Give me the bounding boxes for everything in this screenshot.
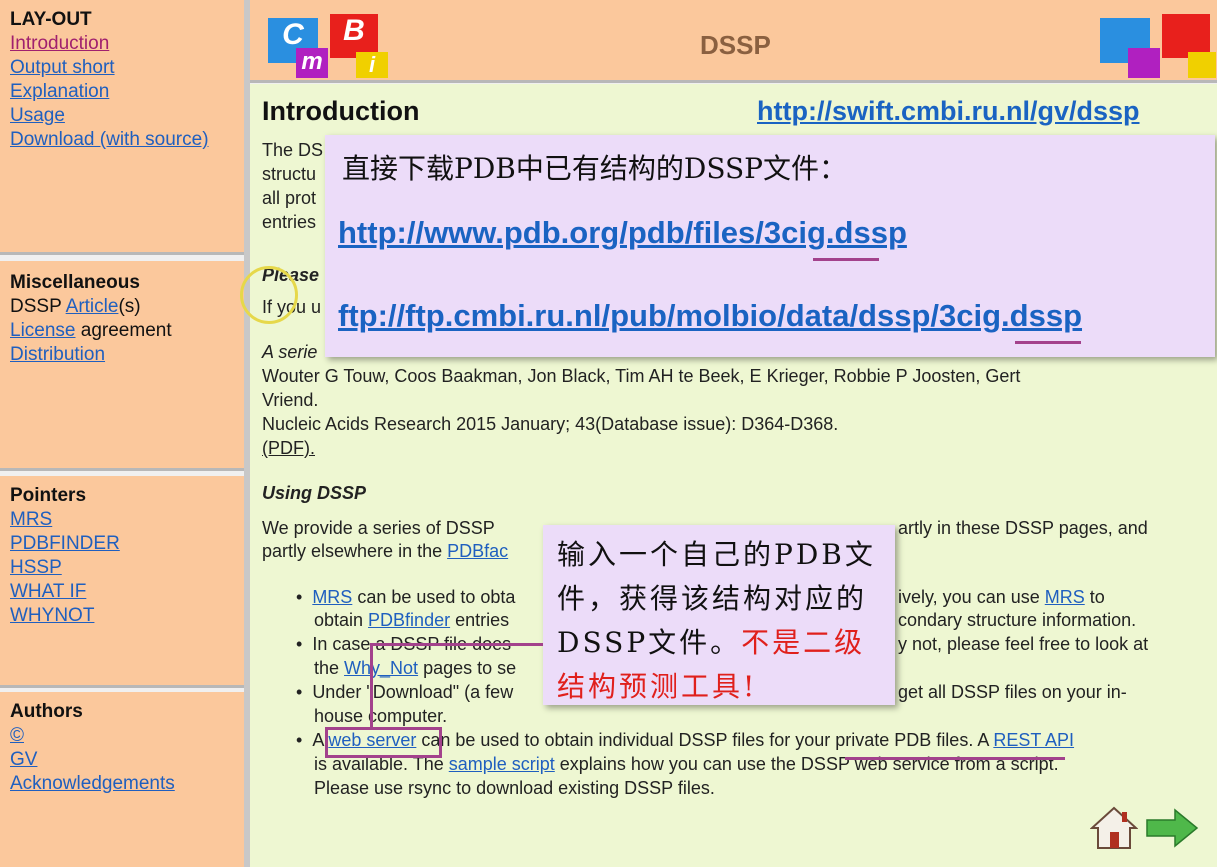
text: DSSP (10, 296, 66, 317)
citation-journal: Nucleic Acids Research 2015 January; 43(… (262, 414, 839, 434)
citation-title: A serie (262, 342, 318, 362)
nav-hssp[interactable]: HSSP (10, 557, 62, 578)
text: Under "Download" (a few (312, 682, 514, 702)
cmbi-logo: C m B i (268, 8, 388, 78)
mrs-link[interactable]: MRS (1045, 587, 1085, 607)
callout-text: 直接下载PDB中已有结构的DSSP文件： (342, 152, 848, 185)
text: partly elsewhere in the (262, 541, 448, 561)
bullet-text: house computer. (314, 706, 448, 726)
annotation-underline (813, 258, 879, 261)
citation-authors: Vriend. (262, 390, 319, 410)
section-title: Miscellaneous (10, 272, 140, 293)
section-title: Authors (10, 701, 83, 722)
callout-download-links: 直接下载PDB中已有结构的DSSP文件： http://www.pdb.org/… (325, 135, 1215, 357)
site-url-link[interactable]: http://swift.cmbi.ru.nl/gv/dssp (757, 96, 1140, 127)
sidebar-pointers: Pointers MRS PDBFINDER HSSP WHAT IF WHYN… (0, 476, 244, 688)
nav-explanation[interactable]: Explanation (10, 81, 109, 102)
bullet-text: obtain PDBfinder entries (314, 610, 509, 631)
annotation-line (370, 643, 373, 727)
home-icon[interactable] (1089, 806, 1139, 850)
intro-text: structu (262, 164, 317, 184)
paragraph-text: partly elsewhere in the PDBfac (262, 541, 508, 562)
annotation-box (325, 727, 442, 758)
page-title: Introduction (262, 96, 420, 126)
mrs-link[interactable]: MRS (312, 587, 352, 607)
text: to (1084, 587, 1105, 607)
license-link[interactable]: License (10, 320, 76, 341)
callout-text: 输入一个自己的PDB文件，获得该结构对应的DSSP文件。不是二级结构预测工具! (557, 533, 887, 709)
next-arrow-icon[interactable] (1145, 808, 1199, 848)
nav-introduction[interactable]: Introduction (10, 33, 109, 54)
logo-letter: i (356, 52, 388, 78)
bullet-mrs: • MRS can be used to obta (296, 587, 516, 607)
acknowledgements-link[interactable]: Acknowledgements (10, 773, 175, 794)
annotation-underline (845, 757, 1065, 760)
bullet-text: Please use rsync to download existing DS… (314, 778, 715, 798)
text: can be used to obtain individual DSSP fi… (416, 730, 994, 750)
intro-text: The DS (262, 140, 324, 160)
text: can be used to obta (352, 587, 516, 607)
intro-text: all prot (262, 188, 317, 208)
paragraph-text: We provide a series of DSSP (262, 518, 495, 538)
citation-authors: Wouter G Touw, Coos Baakman, Jon Black, … (262, 366, 1021, 386)
bullet-text: y not, please feel free to look at (898, 634, 1149, 654)
nav-mrs[interactable]: MRS (10, 509, 52, 530)
sidebar-authors: Authors © GV Acknowledgements (0, 692, 244, 867)
page-header-title: DSSP (700, 30, 771, 60)
section-title: LAY-OUT (10, 9, 92, 30)
callout-web-server: 输入一个自己的PDB文件，获得该结构对应的DSSP文件。不是二级结构预测工具! (543, 525, 895, 705)
bullet-text: get all DSSP files on your in- (898, 682, 1127, 702)
nav-whatif[interactable]: WHAT IF (10, 581, 86, 602)
nav-whynot[interactable]: WHYNOT (10, 605, 94, 626)
text: obtain (314, 610, 369, 630)
bullet-text: ively, you can use MRS to (898, 587, 1105, 608)
bullet-text: condary structure information. (898, 610, 1137, 630)
text: (s) (118, 296, 141, 317)
gv-link[interactable]: GV (10, 749, 37, 770)
article-link[interactable]: Article (66, 296, 119, 317)
text: ively, you can use (898, 587, 1045, 607)
sidebar-layout: LAY-OUT Introduction Output short Explan… (0, 0, 244, 255)
intro-text: entries (262, 212, 317, 232)
sidebar-misc: Miscellaneous DSSP Article(s) License ag… (0, 261, 244, 471)
bullet-text: the Why_Not pages to se (314, 658, 516, 679)
paragraph-text: artly in these DSSP pages, and (898, 518, 1148, 538)
whynot-link[interactable]: Why_Not (344, 658, 418, 678)
cmbi-ftp-dssp-link[interactable]: ftp://ftp.cmbi.ru.nl/pub/molbio/data/dss… (338, 298, 1082, 334)
text: the (314, 658, 345, 678)
cursor-highlight (240, 266, 298, 324)
annotation-underline (1015, 341, 1081, 344)
using-heading: Using DSSP (262, 483, 367, 503)
logo-letter: m (296, 48, 328, 78)
text: agreement (75, 320, 172, 341)
nav-pdbfinder[interactable]: PDBFINDER (10, 533, 120, 554)
rest-api-link[interactable]: REST API (993, 730, 1074, 750)
text: pages to se (418, 658, 517, 678)
pdbfacts-link[interactable]: PDBfac (447, 541, 508, 561)
header: C m B i DSSP (250, 0, 1217, 83)
pdf-link[interactable]: (PDF). (262, 438, 315, 459)
cmbi-logo-right (1100, 8, 1217, 78)
copyright-link[interactable]: © (10, 725, 24, 746)
pdb-dssp-link[interactable]: http://www.pdb.org/pdb/files/3cig.dssp (338, 215, 907, 251)
annotation-line (370, 643, 543, 646)
bullet-download: • Under "Download" (a few (296, 682, 514, 702)
text: entries (450, 610, 510, 630)
sample-script-link[interactable]: sample script (449, 754, 555, 774)
nav-usage[interactable]: Usage (10, 105, 65, 126)
distribution-link[interactable]: Distribution (10, 344, 105, 365)
nav-download[interactable]: Download (with source) (10, 129, 209, 150)
pdbfinder-link[interactable]: PDBfinder (368, 610, 450, 630)
section-title: Pointers (10, 485, 87, 506)
nav-output-short[interactable]: Output short (10, 57, 115, 78)
